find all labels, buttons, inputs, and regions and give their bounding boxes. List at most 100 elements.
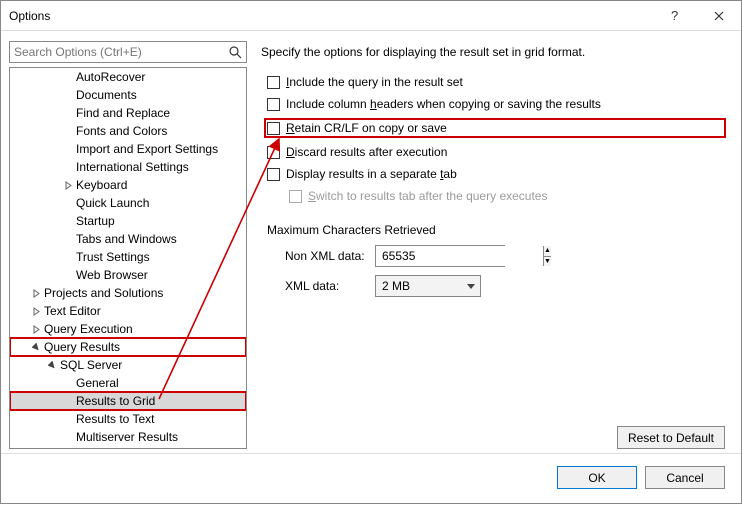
tree-item-label: SQL Server (60, 358, 122, 372)
tree-item-label: Multiserver Results (76, 430, 178, 444)
max-chars-group-label: Maximum Characters Retrieved (267, 223, 725, 237)
tree-twisty-none (62, 197, 74, 209)
tree-item-label: Keyboard (76, 178, 127, 192)
tree-item[interactable]: General (10, 374, 246, 392)
help-button[interactable]: ? (651, 1, 696, 31)
tree-item-label: Trust Settings (76, 250, 150, 264)
checkbox[interactable] (267, 76, 280, 89)
title-bar: Options ? (1, 1, 741, 31)
tree-item[interactable]: Web Browser (10, 266, 246, 284)
tree-item[interactable]: Trust Settings (10, 248, 246, 266)
tree-expand-icon[interactable] (30, 323, 42, 335)
tree-item[interactable]: Keyboard (10, 176, 246, 194)
spin-up-icon[interactable]: ▲ (544, 246, 551, 257)
tree-item[interactable]: Fonts and Colors (10, 122, 246, 140)
tree-item-label: Find and Replace (76, 106, 170, 120)
reset-to-default-button[interactable]: Reset to Default (617, 426, 725, 449)
cancel-button[interactable]: Cancel (645, 466, 725, 489)
tree-twisty-none (62, 269, 74, 281)
tree-item-label: Results to Grid (76, 394, 155, 408)
nonxml-row: Non XML data: ▲ ▼ (285, 245, 725, 267)
tree-item-label: Startup (76, 214, 115, 228)
check-separate-tab[interactable]: Display results in a separate tab (267, 167, 725, 181)
search-box[interactable] (9, 41, 247, 63)
dialog-button-row: OK Cancel (1, 453, 741, 503)
tree-item-label: Tabs and Windows (76, 232, 177, 246)
tree-collapse-icon[interactable] (30, 341, 42, 353)
xml-combo-value: 2 MB (376, 279, 462, 293)
checkbox[interactable] (267, 98, 280, 111)
check-include-headers[interactable]: Include column headers when copying or s… (267, 97, 725, 111)
tree-twisty-none (62, 89, 74, 101)
tree-item[interactable]: Query Results (10, 338, 246, 356)
checkbox[interactable] (267, 122, 280, 135)
tree-item-label: Query Execution (44, 322, 133, 336)
checkbox-label: Switch to results tab after the query ex… (308, 189, 547, 203)
tree-item-label: Text Editor (44, 304, 101, 318)
tree-item-label: Projects and Solutions (44, 286, 163, 300)
tree-item-label: Documents (76, 88, 137, 102)
tree-item[interactable]: Documents (10, 86, 246, 104)
tree-item-label: General (76, 376, 119, 390)
tree-item[interactable]: Results to Text (10, 410, 246, 428)
tree-item-label: Web Browser (76, 268, 148, 282)
checkbox-label: Display results in a separate tab (286, 167, 457, 181)
nonxml-spin[interactable]: ▲ ▼ (375, 245, 505, 267)
panel-description: Specify the options for displaying the r… (261, 45, 725, 59)
search-input[interactable] (10, 42, 224, 62)
tree-expand-icon[interactable] (30, 287, 42, 299)
checkbox-label: Retain CR/LF on copy or save (286, 121, 447, 135)
tree-collapse-icon[interactable] (46, 359, 58, 371)
tree-item[interactable]: Results to Grid (10, 392, 246, 410)
tree-item[interactable]: Startup (10, 212, 246, 230)
options-tree[interactable]: AutoRecover Documents Find and Replace Font… (10, 68, 246, 448)
check-switch-tab: Switch to results tab after the query ex… (289, 189, 725, 203)
tree-item[interactable]: Import and Export Settings (10, 140, 246, 158)
check-discard[interactable]: Discard results after execution (267, 145, 725, 159)
tree-twisty-none (62, 233, 74, 245)
tree-twisty-none (62, 125, 74, 137)
tree-item[interactable]: SQL Server (10, 356, 246, 374)
tree-expand-icon[interactable] (30, 305, 42, 317)
check-retain-crlf[interactable]: Retain CR/LF on copy or save (265, 119, 725, 137)
tree-expand-icon[interactable] (62, 179, 74, 191)
checkbox[interactable] (267, 168, 280, 181)
left-panel: AutoRecover Documents Find and Replace Font… (1, 31, 251, 453)
tree-twisty-none (62, 413, 74, 425)
tree-twisty-none (62, 71, 74, 83)
tree-item-label: International Settings (76, 160, 189, 174)
right-panel: Specify the options for displaying the r… (251, 31, 741, 453)
tree-item[interactable]: International Settings (10, 158, 246, 176)
tree-item[interactable]: AutoRecover (10, 68, 246, 86)
options-tree-container: AutoRecover Documents Find and Replace Font… (9, 67, 247, 449)
tree-twisty-none (62, 161, 74, 173)
check-include-query[interactable]: Include the query in the result set (267, 75, 725, 89)
tree-item-label: AutoRecover (76, 70, 145, 84)
xml-combo[interactable]: 2 MB (375, 275, 481, 297)
checkbox-label: Include column headers when copying or s… (286, 97, 601, 111)
tree-twisty-none (62, 251, 74, 263)
tree-twisty-none (62, 143, 74, 155)
checkbox[interactable] (267, 146, 280, 159)
svg-text:?: ? (671, 9, 678, 23)
nonxml-input[interactable] (376, 246, 543, 266)
tree-item[interactable]: Query Execution (10, 320, 246, 338)
search-icon[interactable] (224, 46, 246, 59)
close-button[interactable] (696, 1, 741, 31)
tree-item[interactable]: Text Editor (10, 302, 246, 320)
tree-item[interactable]: Projects and Solutions (10, 284, 246, 302)
tree-item[interactable]: Tabs and Windows (10, 230, 246, 248)
tree-item[interactable]: Quick Launch (10, 194, 246, 212)
tree-twisty-none (62, 431, 74, 443)
window-title: Options (9, 9, 651, 23)
xml-label: XML data: (285, 279, 375, 293)
tree-item[interactable]: Find and Replace (10, 104, 246, 122)
tree-item-label: Import and Export Settings (76, 142, 218, 156)
checkbox-label: Discard results after execution (286, 145, 447, 159)
ok-button[interactable]: OK (557, 466, 637, 489)
tree-item[interactable]: Multiserver Results (10, 428, 246, 446)
spin-down-icon[interactable]: ▼ (544, 257, 551, 267)
xml-row: XML data: 2 MB (285, 275, 725, 297)
nonxml-label: Non XML data: (285, 249, 375, 263)
tree-item-label: Fonts and Colors (76, 124, 167, 138)
